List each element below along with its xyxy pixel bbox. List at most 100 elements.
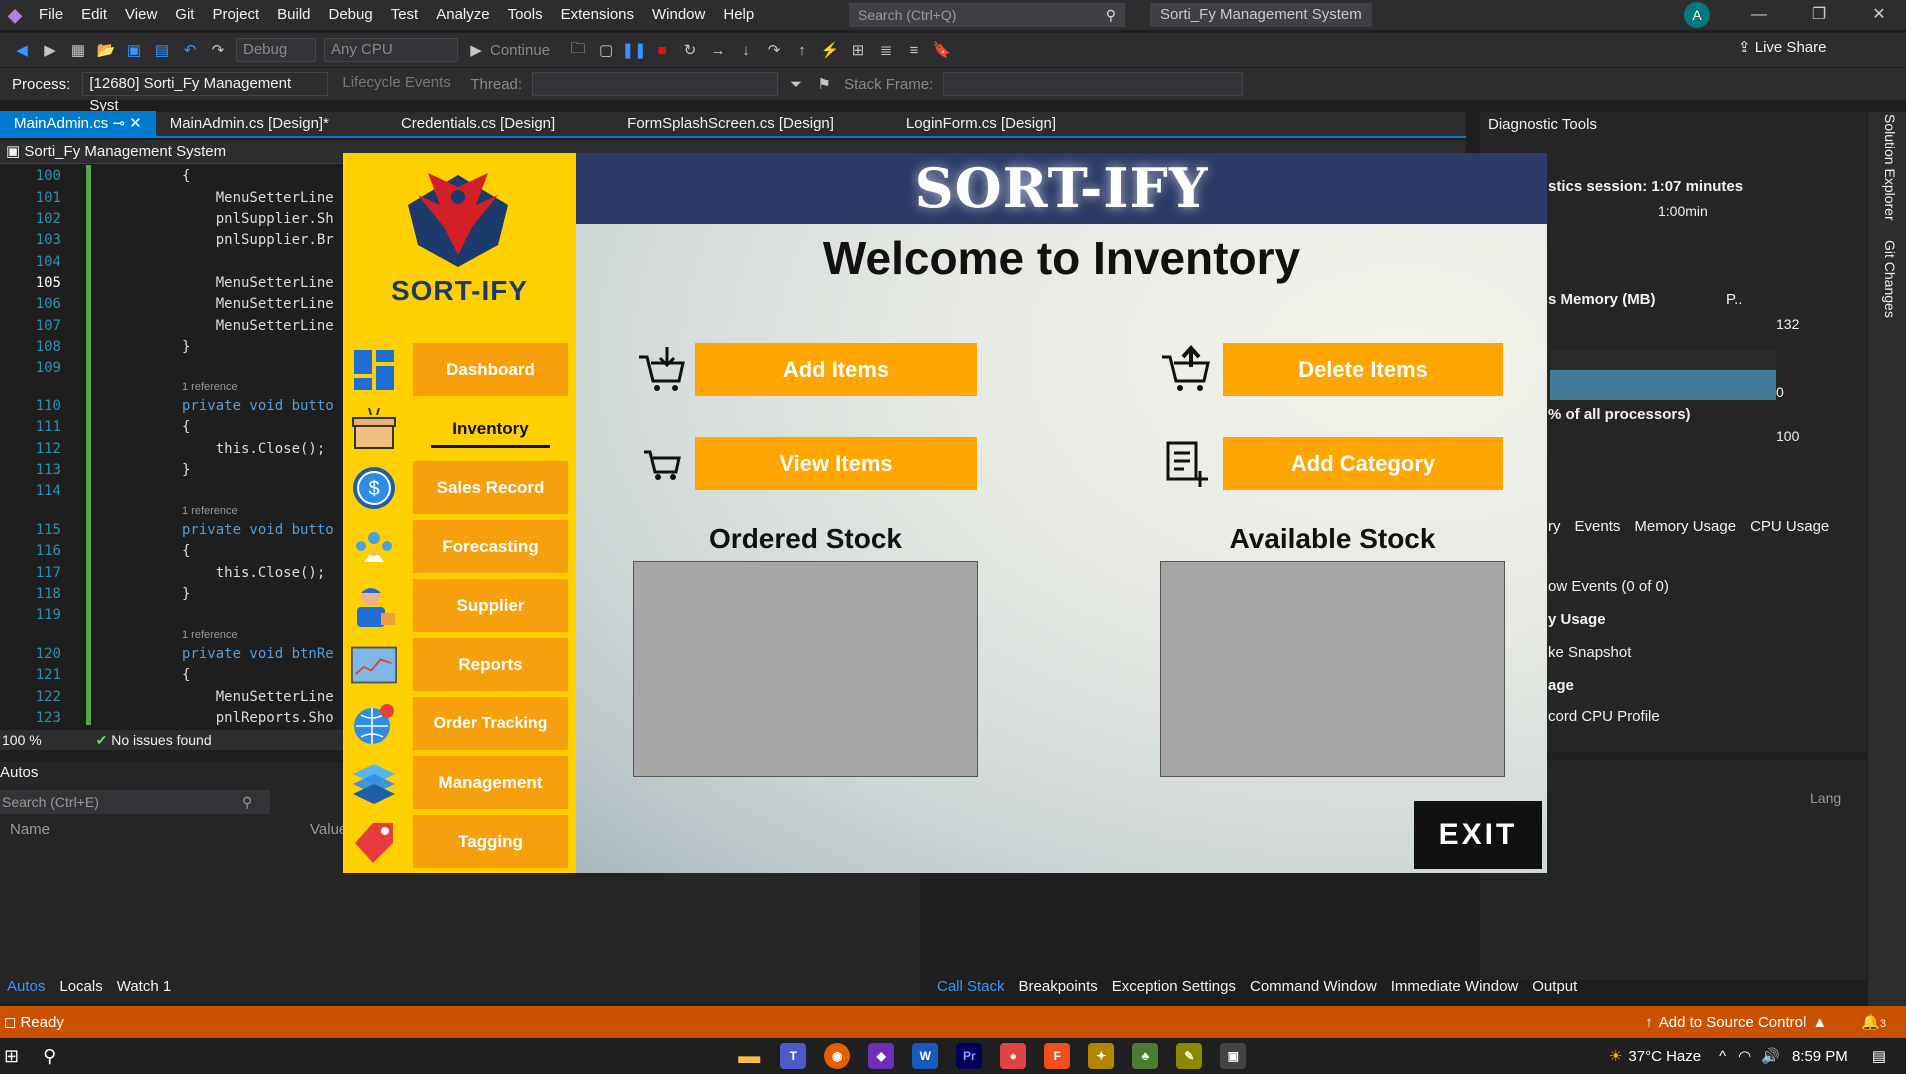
diag-snapshot[interactable]: ke Snapshot <box>1548 644 1631 661</box>
diag-tab-events[interactable]: Events <box>1575 518 1621 535</box>
vs-search-input[interactable]: Search (Ctrl+Q) ⚲ <box>849 3 1125 27</box>
menu-tools[interactable]: Tools <box>499 0 552 30</box>
call-stack-col-lang[interactable]: Lang <box>1810 790 1841 806</box>
menu-build[interactable]: Build <box>268 0 319 30</box>
diag-events[interactable]: ow Events (0 of 0) <box>1548 578 1669 595</box>
issues-status[interactable]: No issues found <box>111 732 211 748</box>
view-items-button[interactable]: View Items <box>695 437 977 490</box>
show-next-statement-icon[interactable]: → <box>706 38 730 62</box>
menu-file[interactable]: File <box>30 0 72 30</box>
thread-select[interactable] <box>532 72 779 96</box>
codelens-reference[interactable]: 1 reference <box>182 505 238 517</box>
tray-chevron-icon[interactable]: ^ <box>1719 1048 1726 1065</box>
tab-exception-settings[interactable]: Exception Settings <box>1105 975 1243 999</box>
autos-col-value[interactable]: Value <box>310 818 347 842</box>
live-share-button[interactable]: ⇪ Live Share <box>1738 38 1826 56</box>
add-source-control-button[interactable]: Add to Source Control <box>1659 1014 1807 1031</box>
restart-icon[interactable]: ↻ <box>678 38 702 62</box>
exit-button[interactable]: EXIT <box>1414 801 1542 869</box>
delete-items-button[interactable]: Delete Items <box>1223 343 1503 396</box>
nav-inventory[interactable]: Inventory <box>413 402 568 455</box>
tab-breakpoints[interactable]: Breakpoints <box>1012 975 1105 999</box>
pin-icon[interactable]: ⊸ <box>112 115 125 132</box>
flag-icon[interactable]: ⚑ <box>812 72 836 96</box>
autos-col-name[interactable]: Name <box>10 818 50 842</box>
minimize-icon[interactable]: — <box>1736 0 1782 30</box>
firefox-icon[interactable]: ◉ <box>824 1043 851 1069</box>
autos-search-input[interactable]: Search (Ctrl+E) ⚲ <box>0 790 270 814</box>
figma-icon[interactable]: F <box>1044 1043 1071 1069</box>
nav-order-tracking[interactable]: Order Tracking <box>413 697 568 750</box>
ordered-stock-grid[interactable] <box>633 561 978 777</box>
menu-view[interactable]: View <box>116 0 166 30</box>
menu-extensions[interactable]: Extensions <box>552 0 643 30</box>
app-icon[interactable]: ✎ <box>1176 1043 1203 1069</box>
continue-button[interactable]: Continue <box>490 42 550 59</box>
close-tab-icon[interactable]: ✕ <box>129 115 142 132</box>
codelens-reference[interactable]: 1 reference <box>182 629 238 641</box>
notification-center-icon[interactable]: ▤ <box>1872 1047 1886 1065</box>
code-editor[interactable]: 100 { 101 MenuSetterLine 102 pnlSupplier… <box>0 164 350 729</box>
premiere-icon[interactable]: Pr <box>956 1043 983 1069</box>
pause-icon[interactable]: ❚❚ <box>621 38 646 62</box>
teams-icon[interactable]: T <box>780 1043 807 1069</box>
available-stock-grid[interactable] <box>1160 561 1505 777</box>
save-all-icon[interactable]: ▤ <box>150 38 174 62</box>
nav-sales-record[interactable]: Sales Record <box>413 461 568 514</box>
maximize-icon[interactable]: ❐ <box>1796 0 1842 30</box>
tab-splash-design[interactable]: FormSplashScreen.cs [Design] <box>613 111 848 137</box>
weather-text[interactable]: 37°C Haze <box>1628 1048 1701 1065</box>
tab-call-stack[interactable]: Call Stack <box>930 975 1012 999</box>
menu-debug[interactable]: Debug <box>320 0 382 30</box>
platform-select[interactable]: Any CPU <box>324 38 458 62</box>
word-icon[interactable]: W <box>912 1043 939 1069</box>
bookmark-icon[interactable]: 🔖 <box>930 38 954 62</box>
add-category-button[interactable]: Add Category <box>1223 437 1503 490</box>
volume-icon[interactable]: 🔊 <box>1761 1047 1780 1065</box>
nav-reports[interactable]: Reports <box>413 638 568 691</box>
account-avatar[interactable]: A <box>1684 2 1710 28</box>
wifi-icon[interactable]: ◠ <box>1738 1047 1751 1065</box>
visual-studio-icon[interactable]: ◆ <box>868 1043 895 1069</box>
diag-cpu-profile[interactable]: cord CPU Profile <box>1548 708 1660 725</box>
back-icon[interactable]: ◀ <box>10 38 34 62</box>
menu-window[interactable]: Window <box>643 0 714 30</box>
menu-edit[interactable]: Edit <box>72 0 116 30</box>
clock-time[interactable]: 8:59 PM <box>1792 1048 1848 1065</box>
menu-project[interactable]: Project <box>203 0 268 30</box>
config-select[interactable]: Debug <box>236 38 316 62</box>
new-project-icon[interactable]: ▦ <box>66 38 90 62</box>
breakpoint-icon[interactable]: ⊞ <box>846 38 870 62</box>
project-dropdown[interactable]: Sorti_Fy Management System <box>24 143 226 160</box>
nav-supplier[interactable]: Supplier <box>413 579 568 632</box>
menu-analyze[interactable]: Analyze <box>427 0 498 30</box>
undo-icon[interactable]: ↶ <box>178 38 202 62</box>
nav-forecasting[interactable]: Forecasting <box>413 520 568 573</box>
diag-tab-cpu[interactable]: CPU Usage <box>1750 518 1829 535</box>
attach-icon[interactable]: 🗀 <box>566 38 590 62</box>
filter-icon[interactable]: ⏷ <box>784 72 808 96</box>
windows-start-icon[interactable]: ⊞ <box>4 1046 19 1067</box>
git-changes-tab[interactable]: Git Changes <box>1882 240 1898 318</box>
step-into-icon[interactable]: ↓ <box>734 38 758 62</box>
close-window-icon[interactable]: ✕ <box>1856 0 1902 30</box>
zoom-select[interactable]: 100 % <box>2 732 42 748</box>
forward-icon[interactable]: ▶ <box>38 38 62 62</box>
tab-locals[interactable]: Locals <box>52 975 109 999</box>
open-folder-icon[interactable]: 📂 <box>94 38 118 62</box>
menu-help[interactable]: Help <box>714 0 763 30</box>
step-over-icon[interactable]: ↷ <box>762 38 786 62</box>
process-select[interactable]: [12680] Sorti_Fy Management Syst <box>82 72 329 114</box>
save-icon[interactable]: ▣ <box>122 38 146 62</box>
diag-tab-memory[interactable]: Memory Usage <box>1634 518 1736 535</box>
comment-icon[interactable]: ≡ <box>902 38 926 62</box>
nav-dashboard[interactable]: Dashboard <box>413 343 568 396</box>
notifications-icon[interactable]: 🔔3 <box>1861 1013 1886 1031</box>
search-icon[interactable]: ⚲ <box>43 1046 56 1067</box>
running-form-icon[interactable]: ▣ <box>1220 1043 1247 1069</box>
lifecycle-events-button[interactable]: Lifecycle Events <box>336 72 467 96</box>
screenshot-icon[interactable]: ▢ <box>594 38 618 62</box>
tab-login-design[interactable]: LoginForm.cs [Design] <box>892 111 1070 137</box>
diag-tab-summary[interactable]: ry <box>1548 518 1561 535</box>
continue-icon[interactable]: ▶ <box>464 38 488 62</box>
